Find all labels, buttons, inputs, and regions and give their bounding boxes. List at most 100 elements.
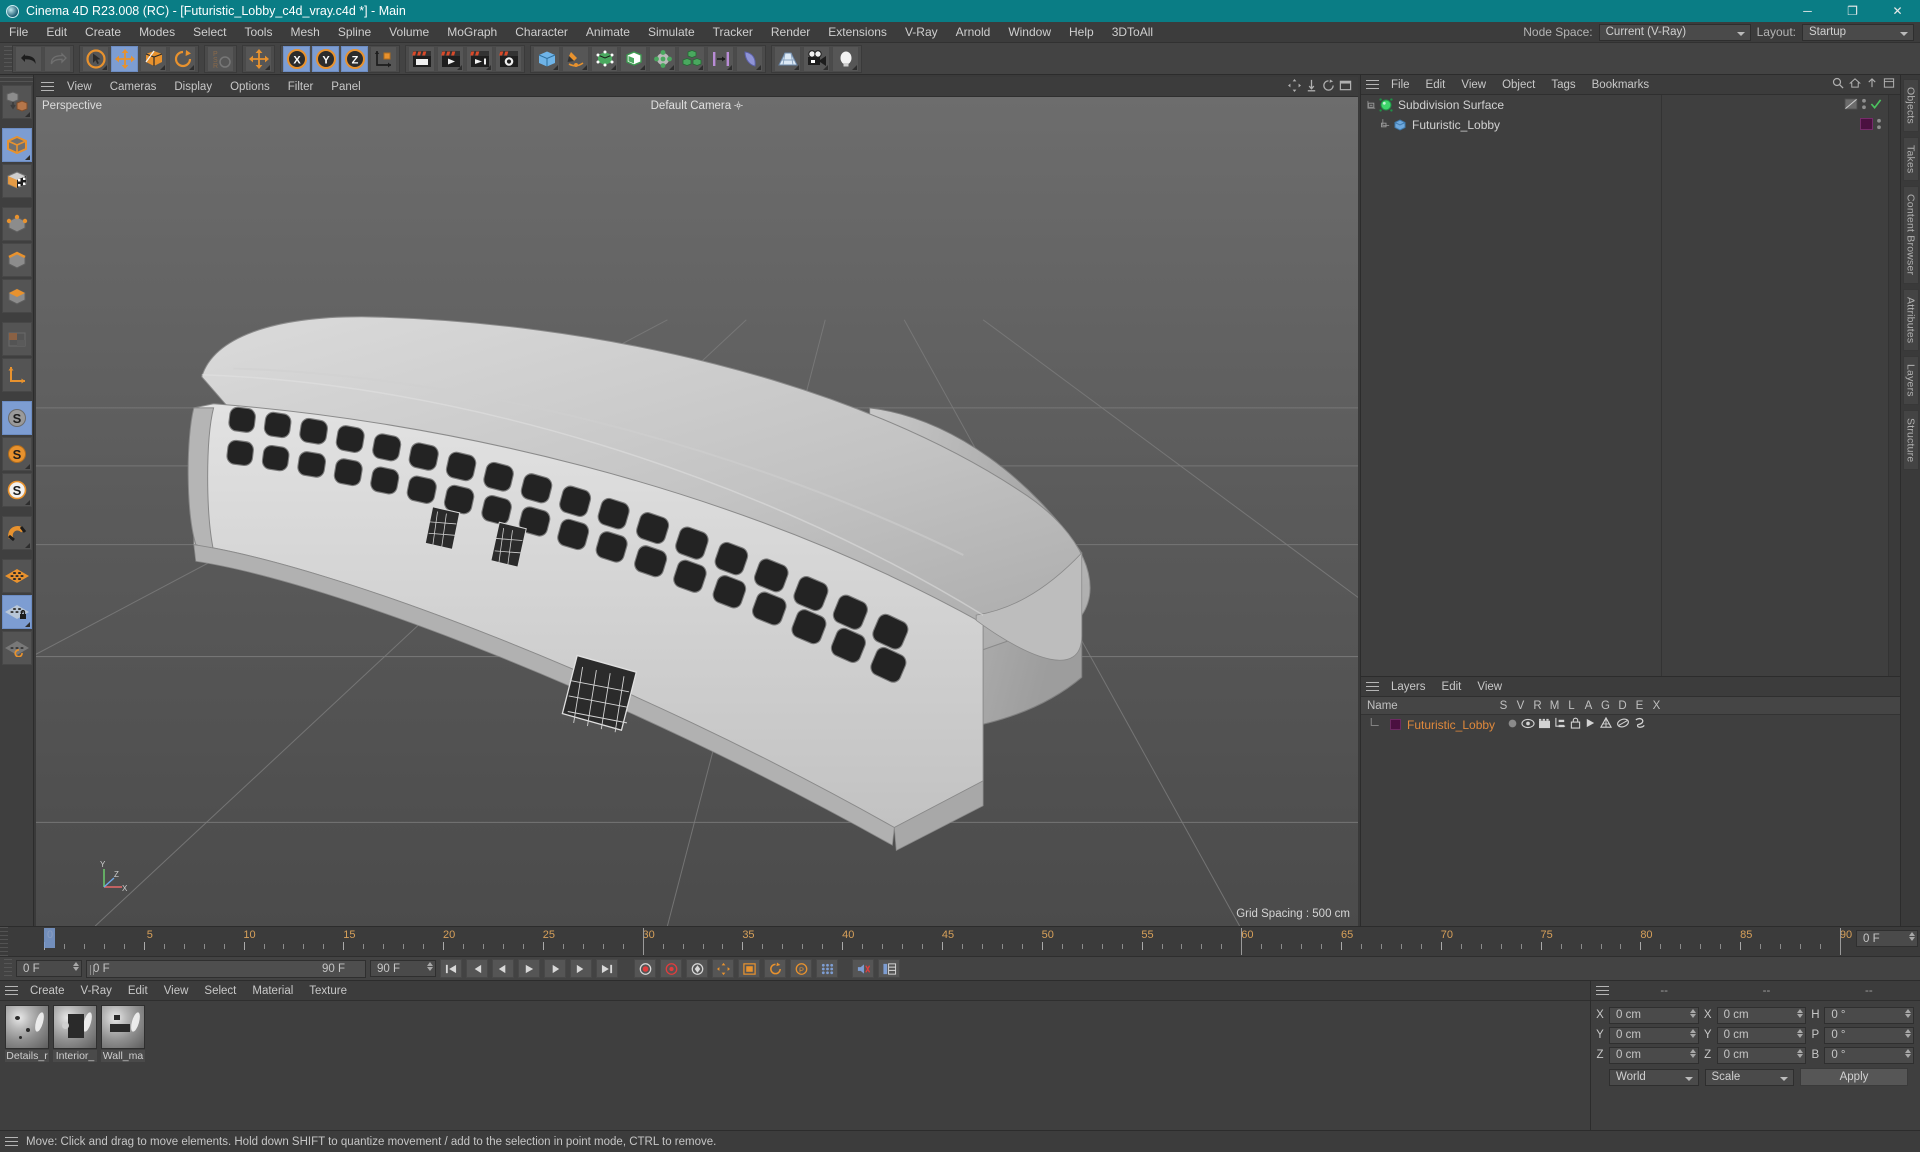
viewport-menu-item-cameras[interactable]: Cameras [101, 77, 166, 97]
menu-item-create[interactable]: Create [76, 22, 130, 43]
material-tag-icon[interactable] [1860, 117, 1873, 133]
layers-column-e[interactable]: E [1631, 700, 1648, 712]
material-thumbnail[interactable] [5, 1005, 49, 1049]
scale-tool-button[interactable] [140, 45, 167, 72]
layers-menu-item-edit[interactable]: Edit [1434, 677, 1470, 697]
layer-color-swatch[interactable] [1390, 719, 1401, 730]
camera-button[interactable] [803, 45, 830, 72]
menu-item-arnold[interactable]: Arnold [947, 22, 1000, 43]
spinner-icon[interactable] [1689, 1008, 1696, 1018]
redo-button[interactable] [44, 45, 71, 72]
timeline-toggle-button[interactable] [878, 959, 900, 978]
go-to-start-button[interactable] [440, 959, 462, 978]
range-grip-icon[interactable] [90, 964, 96, 975]
z-axis-lock-button[interactable]: Z [341, 45, 368, 72]
selection-s3-button[interactable]: S [1, 473, 32, 507]
x-axis-lock-button[interactable]: X [283, 45, 310, 72]
selection-s1-button[interactable]: S [1, 401, 32, 435]
coordinates-menu-icon[interactable] [1591, 981, 1613, 1001]
model-mode-button[interactable] [1, 128, 32, 162]
point-mode-button[interactable] [1, 207, 32, 241]
step-forward-button[interactable] [544, 959, 566, 978]
size-x-field[interactable]: 0 cm [1716, 1006, 1807, 1024]
viewport-3d[interactable]: Perspective Default Camera Y Z X Grid Sp… [36, 97, 1358, 926]
spinner-icon[interactable] [1905, 1048, 1912, 1058]
pan-icon[interactable] [1288, 78, 1301, 95]
menu-item-modes[interactable]: Modes [130, 22, 184, 43]
lock-icon[interactable] [1570, 717, 1581, 732]
menu-item-character[interactable]: Character [506, 22, 577, 43]
go-to-end-button[interactable] [596, 959, 618, 978]
mograph-button[interactable] [678, 45, 705, 72]
menu-item-edit[interactable]: Edit [37, 22, 76, 43]
autokeying-button[interactable] [660, 959, 682, 978]
current-frame-field[interactable]: 0 F [16, 960, 82, 977]
record-active-objects-button[interactable] [634, 959, 656, 978]
layers-column-g[interactable]: G [1597, 700, 1614, 712]
home-icon[interactable] [1849, 77, 1861, 92]
mute-sound-button[interactable] [852, 959, 874, 978]
material-menu-item-material[interactable]: Material [244, 981, 301, 1001]
material-item[interactable]: Details_r [5, 1005, 49, 1062]
menu-item-spline[interactable]: Spline [329, 22, 380, 43]
add-spline-button[interactable] [562, 45, 589, 72]
texture-mode-button[interactable] [1, 164, 32, 198]
menu-item-file[interactable]: File [0, 22, 37, 43]
spinner-icon[interactable] [1689, 1048, 1696, 1058]
layers-column-r[interactable]: R [1529, 700, 1546, 712]
layers-column-l[interactable]: L [1563, 700, 1580, 712]
layers-menu-icon[interactable] [1361, 677, 1383, 697]
maximize-viewport-icon[interactable] [1339, 79, 1352, 95]
apply-button[interactable]: Apply [1800, 1068, 1908, 1086]
material-menu-item-texture[interactable]: Texture [301, 981, 355, 1001]
spinner-icon[interactable] [1797, 1008, 1804, 1018]
modeling-object-button[interactable] [620, 45, 647, 72]
layout-select[interactable]: Startup [1802, 23, 1914, 41]
deformer-button[interactable] [649, 45, 676, 72]
move-duplicate-button[interactable] [245, 45, 272, 72]
material-item[interactable]: Wall_ma [101, 1005, 145, 1062]
filter-icon[interactable] [1883, 77, 1895, 92]
spinner-icon[interactable] [1905, 1008, 1912, 1018]
menu-item-animate[interactable]: Animate [577, 22, 639, 43]
maximize-button[interactable]: ❐ [1830, 0, 1875, 22]
object-manager-body[interactable]: Subdivision Surface Futuristic_Lobby [1361, 95, 1900, 676]
floor-button[interactable] [774, 45, 801, 72]
visible-eye-icon[interactable] [1521, 718, 1535, 732]
go-to-previous-key-button[interactable] [466, 959, 488, 978]
scene-button[interactable] [707, 45, 734, 72]
left-toolbar-drag-handle[interactable] [0, 77, 33, 85]
display-tag-icon[interactable] [1844, 97, 1858, 113]
object-menu-item-view[interactable]: View [1453, 75, 1494, 95]
nurbs-button[interactable] [591, 45, 618, 72]
minimize-button[interactable]: ─ [1785, 0, 1830, 22]
menu-item-render[interactable]: Render [762, 22, 819, 43]
render-view-button[interactable] [408, 45, 435, 72]
layers-column-a[interactable]: A [1580, 700, 1597, 712]
vtab-content-browser[interactable]: Content Browser [1902, 186, 1919, 284]
point-level-anim-button[interactable] [816, 959, 838, 978]
make-editable-button[interactable] [1, 85, 32, 119]
light-button[interactable] [832, 45, 859, 72]
layers-column-m[interactable]: M [1546, 700, 1563, 712]
size-z-field[interactable]: 0 cm [1716, 1046, 1807, 1064]
coordinate-system-select[interactable]: World [1609, 1068, 1699, 1086]
position-z-field[interactable]: 0 cm [1609, 1046, 1699, 1064]
axis-mode-button[interactable] [1, 358, 32, 392]
material-menu-item-v-ray[interactable]: V-Ray [73, 981, 120, 1001]
material-thumbnail[interactable] [101, 1005, 145, 1049]
up-level-icon[interactable] [1866, 77, 1878, 92]
material-menu-item-view[interactable]: View [156, 981, 197, 1001]
menu-item-extensions[interactable]: Extensions [819, 22, 896, 43]
menu-item-3dtoall[interactable]: 3DToAll [1103, 22, 1162, 43]
menu-item-help[interactable]: Help [1060, 22, 1103, 43]
rotation-b-field[interactable]: 0 ° [1824, 1046, 1915, 1064]
material-item[interactable]: Interior_ [53, 1005, 97, 1062]
vtab-takes[interactable]: Takes [1902, 137, 1919, 182]
play-button[interactable] [518, 959, 540, 978]
rotate-tool-button[interactable] [169, 45, 196, 72]
workplane-rotate-button[interactable] [1, 631, 32, 665]
transport-drag-handle[interactable] [4, 958, 12, 979]
polygon-mode-button[interactable] [1, 279, 32, 313]
object-menu-item-edit[interactable]: Edit [1418, 75, 1454, 95]
